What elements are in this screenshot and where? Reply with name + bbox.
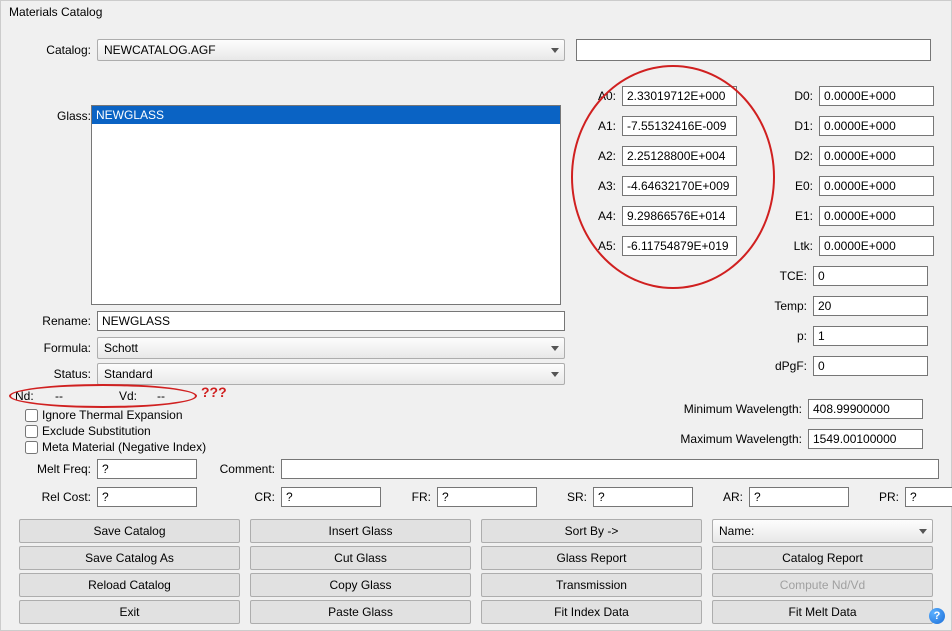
sort-by-button[interactable]: Sort By -> <box>481 519 702 543</box>
d1-input[interactable] <box>819 116 934 136</box>
paste-glass-button[interactable]: Paste Glass <box>250 600 471 624</box>
sort-key-select[interactable]: Name: <box>712 519 933 543</box>
exit-button[interactable]: Exit <box>19 600 240 624</box>
copy-glass-button[interactable]: Copy Glass <box>250 573 471 597</box>
a0-input[interactable] <box>622 86 737 106</box>
d2-input[interactable] <box>819 146 934 166</box>
ignore-thermal-checkbox[interactable]: Ignore Thermal Expansion <box>25 407 206 423</box>
help-icon[interactable]: ? <box>929 608 945 624</box>
pr-input[interactable] <box>905 487 952 507</box>
e0-label: E0: <box>763 179 819 193</box>
ar-label: AR: <box>693 490 749 504</box>
nd-label: Nd: <box>15 389 41 403</box>
melt-freq-label: Melt Freq: <box>19 462 97 476</box>
a5-label: A5: <box>576 239 622 253</box>
e1-input[interactable] <box>819 206 934 226</box>
glass-list-item[interactable]: NEWGLASS <box>92 106 560 124</box>
cr-input[interactable] <box>281 487 381 507</box>
comment-label: Comment: <box>197 462 281 476</box>
search-input[interactable] <box>576 39 931 61</box>
min-wave-input[interactable] <box>808 399 923 419</box>
content-area: Catalog: NEWCATALOG.AGF Glass: NEWGLASS … <box>1 23 951 630</box>
temp-input[interactable] <box>813 296 928 316</box>
annotation-question: ??? <box>201 384 227 400</box>
ltk-input[interactable] <box>819 236 934 256</box>
d2-label: D2: <box>763 149 819 163</box>
tce-input[interactable] <box>813 266 928 286</box>
insert-glass-button[interactable]: Insert Glass <box>250 519 471 543</box>
catalog-report-button[interactable]: Catalog Report <box>712 546 933 570</box>
cut-glass-button[interactable]: Cut Glass <box>250 546 471 570</box>
pr-label: PR: <box>849 490 905 504</box>
reload-catalog-button[interactable]: Reload Catalog <box>19 573 240 597</box>
ltk-label: Ltk: <box>763 239 819 253</box>
a0-label: A0: <box>576 89 622 103</box>
a4-input[interactable] <box>622 206 737 226</box>
glass-label: Glass: <box>19 109 97 123</box>
status-select[interactable]: Standard <box>97 363 565 385</box>
meta-material-checkbox[interactable]: Meta Material (Negative Index) <box>25 439 206 455</box>
ar-input[interactable] <box>749 487 849 507</box>
fr-label: FR: <box>381 490 437 504</box>
fr-input[interactable] <box>437 487 537 507</box>
a3-input[interactable] <box>622 176 737 196</box>
fit-index-button[interactable]: Fit Index Data <box>481 600 702 624</box>
sr-label: SR: <box>537 490 593 504</box>
fit-melt-button[interactable]: Fit Melt Data <box>712 600 933 624</box>
d0-label: D0: <box>763 89 819 103</box>
a2-input[interactable] <box>622 146 737 166</box>
rel-cost-input[interactable] <box>97 487 197 507</box>
d1-label: D1: <box>763 119 819 133</box>
a1-input[interactable] <box>622 116 737 136</box>
vd-label: Vd: <box>77 389 143 403</box>
max-wave-label: Maximum Wavelength: <box>672 432 808 446</box>
p-label: p: <box>757 329 813 343</box>
a4-label: A4: <box>576 209 622 223</box>
window-title: Materials Catalog <box>1 1 951 21</box>
p-input[interactable] <box>813 326 928 346</box>
a5-input[interactable] <box>622 236 737 256</box>
temp-label: Temp: <box>757 299 813 313</box>
d0-input[interactable] <box>819 86 934 106</box>
a3-label: A3: <box>576 179 622 193</box>
tce-label: TCE: <box>757 269 813 283</box>
catalog-select[interactable]: NEWCATALOG.AGF <box>97 39 565 61</box>
formula-select[interactable]: Schott <box>97 337 565 359</box>
save-catalog-button[interactable]: Save Catalog <box>19 519 240 543</box>
glass-report-button[interactable]: Glass Report <box>481 546 702 570</box>
status-label: Status: <box>19 367 97 381</box>
max-wave-input[interactable] <box>808 429 923 449</box>
dpgf-input[interactable] <box>813 356 928 376</box>
a1-label: A1: <box>576 119 622 133</box>
transmission-button[interactable]: Transmission <box>481 573 702 597</box>
nd-value: -- <box>41 389 77 403</box>
catalog-label: Catalog: <box>19 43 97 57</box>
e1-label: E1: <box>763 209 819 223</box>
min-wave-label: Minimum Wavelength: <box>672 402 808 416</box>
compute-ndvd-button: Compute Nd/Vd <box>712 573 933 597</box>
comment-input[interactable] <box>281 459 939 479</box>
glass-listbox[interactable]: NEWGLASS <box>91 105 561 305</box>
exclude-substitution-checkbox[interactable]: Exclude Substitution <box>25 423 206 439</box>
formula-label: Formula: <box>19 341 97 355</box>
vd-value: -- <box>143 389 179 403</box>
save-catalog-as-button[interactable]: Save Catalog As <box>19 546 240 570</box>
rel-cost-label: Rel Cost: <box>19 490 97 504</box>
dpgf-label: dPgF: <box>757 359 813 373</box>
melt-freq-input[interactable] <box>97 459 197 479</box>
materials-catalog-window: Materials Catalog Catalog: NEWCATALOG.AG… <box>0 0 952 631</box>
e0-input[interactable] <box>819 176 934 196</box>
sr-input[interactable] <box>593 487 693 507</box>
a2-label: A2: <box>576 149 622 163</box>
rename-input[interactable] <box>97 311 565 331</box>
rename-label: Rename: <box>19 314 97 328</box>
cr-label: CR: <box>197 490 281 504</box>
